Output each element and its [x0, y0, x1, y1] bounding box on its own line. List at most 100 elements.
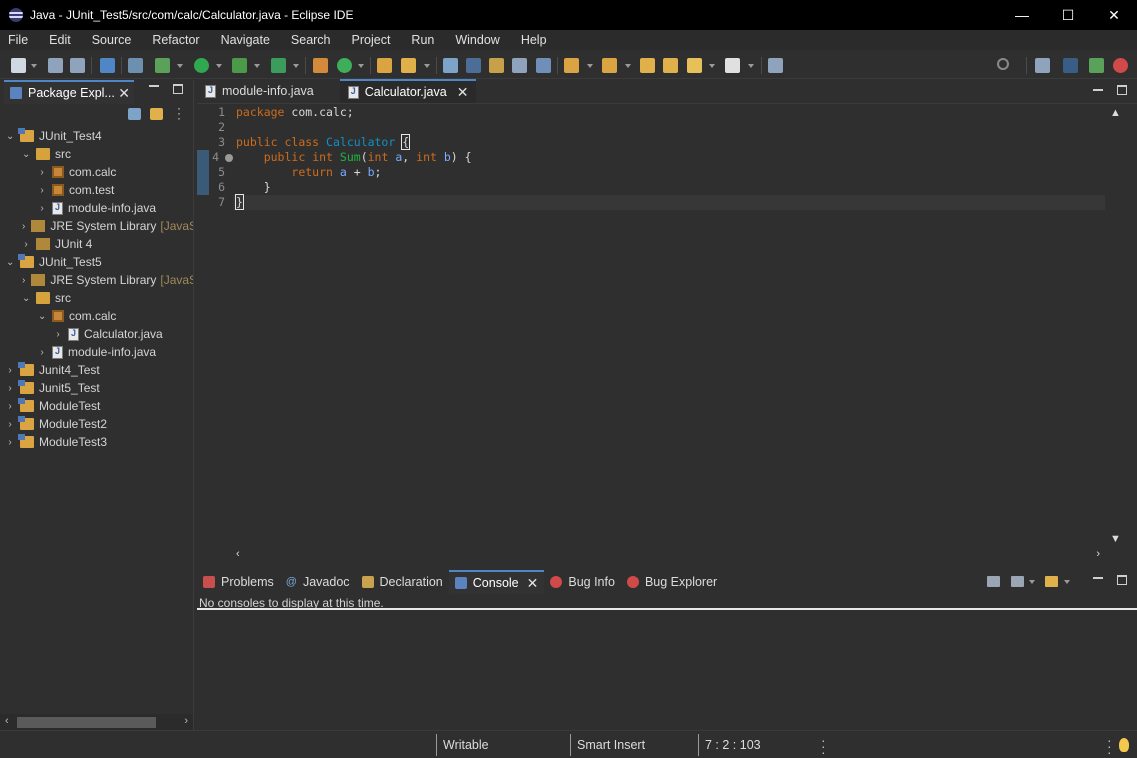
tree-item[interactable]: › ModuleTest2	[0, 415, 193, 433]
scroll-right-icon[interactable]: ›	[184, 715, 188, 727]
tab-module-info[interactable]: module-info.java	[197, 79, 322, 103]
collapsed-chevron-icon[interactable]: ›	[38, 185, 46, 196]
tree-item[interactable]: › Junit5_Test	[0, 379, 193, 397]
minimize-view-icon[interactable]	[149, 85, 159, 87]
new-dropdown-icon[interactable]	[31, 64, 37, 68]
close-icon[interactable]: ✕	[457, 84, 469, 101]
new-class-icon[interactable]	[337, 58, 352, 73]
tree-item[interactable]: › JRE System Library[JavaSE	[0, 271, 193, 289]
tree-item[interactable]: › com.test	[0, 181, 193, 199]
last-edit-location-icon[interactable]	[640, 58, 655, 73]
menu-window[interactable]: Window	[455, 33, 499, 47]
maximize-editor-icon[interactable]	[1117, 85, 1127, 95]
menu-refactor[interactable]: Refactor	[152, 33, 199, 47]
tree-item[interactable]: › JUnit 4	[0, 235, 193, 253]
open-perspective-list-icon[interactable]	[1035, 58, 1050, 73]
run-icon[interactable]	[194, 58, 209, 73]
display-console-icon[interactable]	[1011, 576, 1024, 587]
collapsed-chevron-icon[interactable]: ›	[6, 437, 14, 448]
scroll-left-icon[interactable]: ‹	[5, 715, 9, 727]
tree-item[interactable]: › Calculator.java	[0, 325, 193, 343]
display-console-dropdown-icon[interactable]	[1029, 580, 1035, 584]
horizontal-scrollbar[interactable]: ‹ ›	[0, 714, 193, 730]
run-dropdown-icon[interactable]	[216, 64, 222, 68]
maximize-view-icon[interactable]	[1117, 575, 1127, 585]
collapsed-chevron-icon[interactable]: ›	[6, 401, 14, 412]
scroll-up-icon[interactable]: ▲	[1110, 107, 1121, 119]
back-arrow-icon[interactable]	[687, 58, 702, 73]
console-view-icon[interactable]	[100, 58, 115, 73]
open-task-icon[interactable]	[401, 58, 416, 73]
close-icon[interactable]: ✕	[118, 85, 130, 102]
scroll-left-icon[interactable]: ‹	[236, 548, 240, 560]
collapsed-chevron-icon[interactable]: ›	[38, 167, 46, 178]
collapsed-chevron-icon[interactable]: ›	[22, 275, 25, 286]
back-dropdown-icon[interactable]	[709, 64, 715, 68]
menu-edit[interactable]: Edit	[49, 33, 71, 47]
clear-console-icon[interactable]	[987, 576, 1000, 587]
pin-editor-icon[interactable]	[768, 58, 783, 73]
view-menu-icon[interactable]: · · ·	[177, 102, 181, 124]
menu-source[interactable]: Source	[92, 33, 132, 47]
menu-project[interactable]: Project	[352, 33, 391, 47]
tab-declaration[interactable]: Declaration	[356, 570, 449, 594]
java-perspective-icon[interactable]	[1063, 58, 1078, 73]
forward-edit-icon[interactable]	[663, 58, 678, 73]
next-annotation-dropdown-icon[interactable]	[587, 64, 593, 68]
collapsed-chevron-icon[interactable]: ›	[6, 365, 14, 376]
close-icon[interactable]: ✕	[527, 575, 539, 592]
save-icon[interactable]	[48, 58, 63, 73]
coverage-icon[interactable]	[232, 58, 247, 73]
tab-console[interactable]: Console ✕	[448, 570, 545, 594]
tab-bug-info[interactable]: Bug Info	[544, 570, 621, 594]
tree-item[interactable]: ⌄ com.calc	[0, 307, 193, 325]
scrollbar-thumb[interactable]	[17, 717, 156, 728]
tree-item[interactable]: › ModuleTest	[0, 397, 193, 415]
collapse-all-icon[interactable]	[128, 108, 141, 120]
tree-item[interactable]: ⌄ src	[0, 145, 193, 163]
maximize-button[interactable]: ☐	[1045, 0, 1091, 30]
collapsed-chevron-icon[interactable]: ›	[22, 239, 30, 250]
debug-dropdown-icon[interactable]	[177, 64, 183, 68]
scroll-right-icon[interactable]: ›	[1096, 548, 1100, 560]
minimize-button[interactable]: —	[999, 0, 1045, 30]
previous-annotation-dropdown-icon[interactable]	[625, 64, 631, 68]
open-console-dropdown-icon[interactable]	[1064, 580, 1070, 584]
expanded-chevron-icon[interactable]: ⌄	[22, 149, 30, 160]
status-handle-icon[interactable]: · · ·	[1107, 733, 1112, 758]
close-window-button[interactable]: ✕	[1091, 0, 1137, 30]
tree-item[interactable]: › JRE System Library[JavaSE	[0, 217, 193, 235]
new-class-dropdown-icon[interactable]	[358, 64, 364, 68]
tab-problems[interactable]: Problems	[197, 570, 280, 594]
minimize-editor-icon[interactable]	[1093, 89, 1103, 91]
collapsed-chevron-icon[interactable]: ›	[6, 383, 14, 394]
tree-item[interactable]: › module-info.java	[0, 343, 193, 361]
toggle-word-wrap-icon[interactable]	[489, 58, 504, 73]
tree-item[interactable]: › module-info.java	[0, 199, 193, 217]
tree-item[interactable]: ⌄ JUnit_Test5	[0, 253, 193, 271]
tab-bug-explorer[interactable]: Bug Explorer	[621, 570, 723, 594]
collapsed-chevron-icon[interactable]: ›	[54, 329, 62, 340]
search-icon[interactable]	[997, 58, 1009, 70]
skip-breakpoints-icon[interactable]	[128, 58, 143, 73]
insert-mode-status[interactable]: Smart Insert	[577, 731, 645, 758]
tree-item[interactable]: ⌄ JUnit_Test4	[0, 127, 193, 145]
menu-help[interactable]: Help	[521, 33, 547, 47]
forward-arrow-icon[interactable]	[725, 58, 740, 73]
toggle-mark-occurrences-icon[interactable]	[466, 58, 481, 73]
menu-navigate[interactable]: Navigate	[221, 33, 270, 47]
code-editor[interactable]: 1 2 3 4 5 6 7 package com.calc; public c…	[197, 105, 1137, 547]
scroll-down-icon[interactable]: ▼	[1110, 533, 1121, 545]
menu-search[interactable]: Search	[291, 33, 331, 47]
debug-perspective-icon[interactable]	[1089, 58, 1104, 73]
tree-item[interactable]: › Junit4_Test	[0, 361, 193, 379]
tree-item[interactable]: › com.calc	[0, 163, 193, 181]
collapsed-chevron-icon[interactable]: ›	[6, 419, 14, 430]
previous-annotation-icon[interactable]	[602, 58, 617, 73]
show-whitespace-icon[interactable]	[536, 58, 551, 73]
expanded-chevron-icon[interactable]: ⌄	[6, 131, 14, 142]
collapsed-chevron-icon[interactable]: ›	[38, 347, 46, 358]
expanded-chevron-icon[interactable]: ⌄	[6, 257, 14, 268]
expanded-chevron-icon[interactable]: ⌄	[38, 311, 46, 322]
expanded-chevron-icon[interactable]: ⌄	[22, 293, 30, 304]
